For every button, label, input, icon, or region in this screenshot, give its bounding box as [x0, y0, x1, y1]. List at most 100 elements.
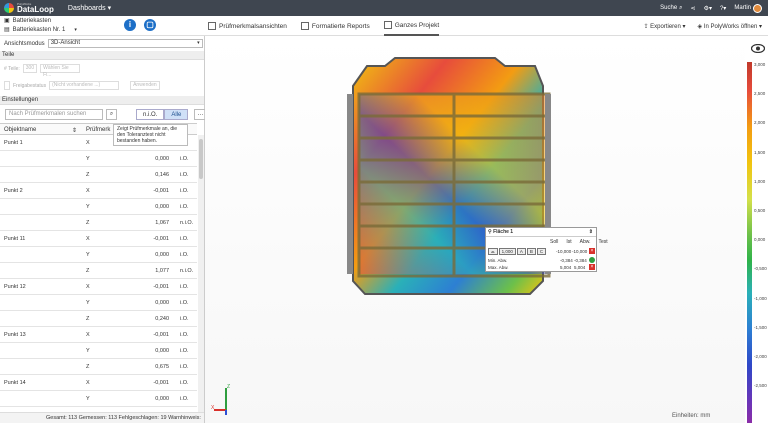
row-status: i.O. [180, 348, 189, 354]
search-button[interactable]: ⌕ [106, 109, 117, 120]
color-scale-label: 2,500 [754, 91, 766, 97]
gear-icon[interactable]: ⚙▾ [704, 5, 712, 12]
dashboards-menu[interactable]: Dashboards ▾ [68, 4, 111, 12]
mode-select[interactable]: 3D-Ansicht [47, 39, 203, 48]
row-axis: X [86, 332, 90, 338]
logo-text: DataLoop [17, 4, 54, 14]
project-icon [383, 21, 392, 29]
profile-icon[interactable]: ⌓ [488, 248, 498, 255]
row-status: i.O. [180, 252, 189, 258]
collapse-icon[interactable]: ⇕ [589, 228, 593, 237]
feature-table: Punkt 1X0,000i.O.Y0,000i.O.Z0,146i.O.Pun… [0, 135, 197, 407]
min-soll: -0,384 [560, 258, 573, 263]
project-selector[interactable]: ▣ Batteriekasten ▤ Batteriekasten Nr. 1 ▾ [4, 17, 77, 35]
tolerance-value[interactable]: 1,000 [498, 248, 516, 255]
table-row[interactable]: Punkt 11 X -0,001 i.O. [0, 231, 197, 247]
project-name: Batteriekasten [12, 18, 52, 24]
apply-button[interactable]: Anwenden [130, 81, 160, 90]
table-row[interactable]: Y 0,000 i.O. [0, 343, 197, 359]
search-button[interactable]: Suche ⌕ [660, 5, 682, 12]
row-object-name: Punkt 14 [4, 380, 26, 386]
datum-c[interactable]: C [536, 248, 547, 255]
surface-info-popup[interactable]: ⚲ Fläche 1 ⇕ Soll Ist Abw. Test ⌓ 1,000 A… [485, 227, 608, 272]
open-polyworks-button[interactable]: ◈ In PolyWorks öffnen ▾ [698, 23, 762, 30]
table-row[interactable]: Z 0,240 i.O. [0, 311, 197, 327]
parts-header: Teile [0, 51, 204, 60]
table-row[interactable]: Y 0,000 i.O. [0, 391, 197, 407]
row-status: i.O. [180, 204, 189, 210]
row0-ist: -10,000 [572, 249, 588, 254]
row-value: 0,675 [155, 364, 169, 370]
table-row[interactable]: Punkt 14 X -0,001 i.O. [0, 375, 197, 391]
chevron-down-icon: ▾ [74, 27, 77, 33]
filter-nio-button[interactable]: n.i.O. [136, 109, 165, 120]
left-panel: Ansichtsmodus 3D-Ansicht Teile # Teile: … [0, 36, 207, 423]
table-row[interactable]: Punkt 2 X -0,001 i.O. [0, 183, 197, 199]
row-axis: Y [86, 204, 90, 210]
tab-formatierte-reports[interactable]: Formatierte Reports [300, 16, 370, 36]
table-row[interactable]: Y 0,000 i.O. [0, 247, 197, 263]
row-status: i.O. [180, 364, 189, 370]
row-status: i.O. [180, 156, 189, 162]
row-status: i.O. [180, 332, 189, 338]
row-value: 0,000 [155, 204, 169, 210]
color-scale-strip [747, 62, 752, 423]
parts-select[interactable]: Wählen Sie Fi... [40, 64, 81, 78]
release-select[interactable]: (Nicht vorhandene ...) [49, 81, 120, 90]
row-value: 0,000 [155, 252, 169, 258]
col-ist: Ist [566, 239, 572, 245]
parts-count-input[interactable]: 300 [22, 64, 38, 73]
table-row[interactable]: Y 0,000 i.O. [0, 295, 197, 311]
share-icon[interactable]: ⋖ [691, 5, 696, 12]
table-row[interactable]: Y 0,000 i.O. [0, 199, 197, 215]
popup-title: Fläche 1 [493, 229, 514, 235]
row-axis: Z [86, 268, 90, 274]
scrollbar-thumb[interactable] [199, 139, 203, 179]
row-value: -0,001 [153, 332, 169, 338]
row-value: 0,000 [155, 396, 169, 402]
color-scale-label: -0,500 [754, 266, 767, 272]
search-input[interactable]: Nach Prüfmerkmalen suchen [5, 109, 103, 120]
col-objektname[interactable]: Objektname [4, 127, 36, 133]
tab-ganzes-projekt[interactable]: Ganzes Projekt [383, 16, 440, 36]
row-status: i.O. [180, 396, 189, 402]
3d-viewport[interactable]: ⚲ Fläche 1 ⇕ Soll Ist Abw. Test ⌓ 1,000 A… [205, 36, 765, 423]
logo-icon [4, 3, 14, 13]
row-status: i.O. [180, 172, 189, 178]
col-pruefmerkmal[interactable]: Prüfmerk [86, 127, 110, 133]
tab-pruefmerkmalsansichten[interactable]: Prüfmerkmalsansichten [208, 16, 287, 36]
table-row[interactable]: Z 0,675 i.O. [0, 359, 197, 375]
row-axis: Y [86, 300, 90, 306]
max-ist: 5,004 [574, 265, 586, 270]
eye-icon[interactable] [751, 44, 765, 53]
release-checkbox[interactable] [4, 81, 10, 90]
filter-all-button[interactable]: Alle [164, 109, 189, 120]
table-row[interactable]: Z 1,067 n.i.O. [0, 215, 197, 231]
part-icon: ▤ [4, 27, 10, 33]
project-toolbar: ▣ Batteriekasten ▤ Batteriekasten Nr. 1 ▾ i… [0, 16, 768, 36]
table-row[interactable]: Z 0,146 i.O. [0, 167, 197, 183]
sort-icon[interactable]: ⇕ [72, 127, 77, 134]
col-abw: Abw. [579, 239, 591, 245]
table-row[interactable]: Punkt 13 X -0,001 i.O. [0, 327, 197, 343]
logo[interactable]: PolyWorks DataLoop [4, 2, 54, 14]
export-button[interactable]: ⇪ Exportieren ▾ [643, 23, 685, 30]
color-scale-label: 0,500 [754, 208, 766, 213]
datum-b[interactable]: B [526, 248, 536, 255]
help-icon[interactable]: ?▾ [720, 5, 726, 12]
table-row[interactable]: Z 1,077 n.i.O. [0, 263, 197, 279]
scrollbar[interactable] [198, 135, 204, 423]
top-bar: PolyWorks DataLoop Dashboards ▾ Suche ⌕ … [0, 0, 768, 16]
info-icon[interactable]: i [124, 19, 136, 31]
color-scale-label: -1,500 [754, 324, 767, 330]
col-test: Test [598, 239, 608, 245]
tooltip: Zeigt Prüfmerkmale an, die den Toleranzt… [113, 124, 188, 146]
user-menu[interactable]: Martin [734, 3, 762, 13]
row-axis: Z [86, 220, 90, 226]
color-scale-label: -2,500 [754, 383, 767, 389]
row-axis: Z [86, 172, 90, 178]
datum-a[interactable]: A [516, 248, 526, 255]
table-row[interactable]: Y 0,000 i.O. [0, 151, 197, 167]
table-row[interactable]: Punkt 12 X -0,001 i.O. [0, 279, 197, 295]
chat-icon[interactable]: ▢ [144, 19, 156, 31]
